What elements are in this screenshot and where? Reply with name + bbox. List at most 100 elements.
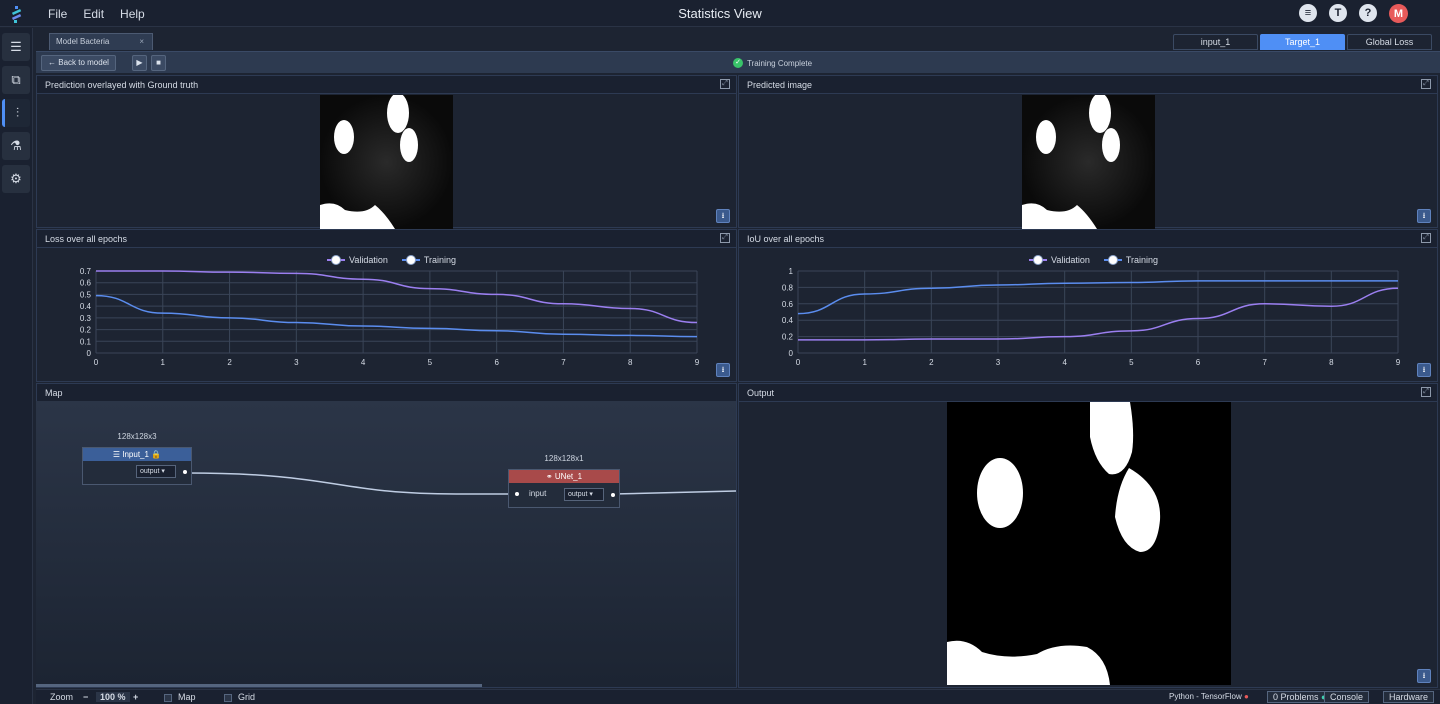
input-node-shape: 128x128x3 [117,432,157,441]
expand-icon[interactable]: ⤢ [1421,233,1431,243]
zoom-in-button[interactable]: + [133,692,138,702]
zoom-value[interactable]: 100 % [96,692,130,702]
panel-title: IoU over all epochs [747,234,825,244]
settings-icon[interactable]: ⚙ [2,165,30,193]
connection-unet-output [612,490,736,495]
map-toggle[interactable]: Map [164,692,196,702]
back-to-model-button[interactable]: ← Back to model [41,55,116,71]
expand-icon[interactable]: ⤢ [720,233,730,243]
x-tick-label: 7 [1262,358,1267,367]
loss-chart: 0.7 0.6 0.5 0.4 0.3 0.2 0.1 00 1 2 3 4 5 6 7 8 9 [80,267,700,367]
console-button[interactable]: Console [1324,691,1370,703]
output-port[interactable] [183,470,187,474]
y-tick-label: 0.1 [80,337,92,346]
zoom-label: Zoom [50,692,74,702]
y-tick-label: 0.4 [80,302,92,311]
model-icon[interactable]: ⧉ [2,66,30,94]
download-button[interactable]: ⭳ [1417,209,1431,223]
y-tick-label: 0.6 [80,279,92,288]
horizontal-scrollbar[interactable] [36,684,482,687]
output-image [947,402,1231,685]
tab-model-bacteria[interactable]: Model Bacteria × [49,33,153,50]
engine-status: Python - TensorFlow ● [1169,692,1249,701]
problems-button[interactable]: 0 Problems ● [1267,691,1333,703]
title-bar: File Edit Help Statistics View ≡ T ? M [0,0,1440,27]
download-button[interactable]: ⭳ [1417,363,1431,377]
checkbox[interactable] [164,693,172,702]
workflow-icon[interactable]: ☰ [2,33,30,61]
expand-icon[interactable]: ⤢ [1421,79,1431,89]
play-button[interactable]: ▶ [132,55,147,71]
predicted-image [1022,95,1155,229]
panel-loss: Loss over all epochs ⤢ Validation Trainin… [36,229,737,382]
y-tick-label: 0.8 [782,283,794,292]
map-canvas[interactable]: 128x128x3 ☰ Input_1 🔒 output ▾ 128x128x1… [36,401,736,687]
panel-title: Output [747,388,775,398]
grid-toggle-label: Grid [238,692,256,702]
zoom-out-button[interactable]: − [83,692,88,702]
avatar[interactable]: M [1389,4,1408,23]
menu-file[interactable]: File [48,7,67,21]
database-icon: ☰ [112,450,121,459]
hardware-button[interactable]: Hardware [1383,691,1435,703]
y-tick-label: 0 [789,349,794,358]
test-icon[interactable]: ⚗ [2,132,30,160]
input-output-select[interactable]: output ▾ [136,465,176,478]
x-tick-label: 0 [94,358,99,367]
x-tick-label: 3 [996,358,1001,367]
y-tick-label: 0 [87,349,92,358]
series-line-training [95,294,698,338]
output-port[interactable] [611,493,615,497]
download-button[interactable]: ⭳ [1417,669,1431,683]
download-button[interactable]: ⭳ [716,209,730,223]
x-tick-label: 7 [561,358,566,367]
chat-icon[interactable]: ≡ [1299,4,1317,22]
x-tick-label: 2 [227,358,232,367]
status-bar: Zoom − 100 % + Map Grid Python - TensorF… [36,689,1440,704]
statistics-icon[interactable]: ⫶ [2,99,30,127]
tab-input-1[interactable]: input_1 [1173,34,1258,50]
stop-button[interactable]: ■ [151,55,166,71]
map-toggle-label: Map [178,692,196,702]
y-tick-label: 0.2 [782,333,794,342]
window-title: Statistics View [678,6,762,21]
menu-help[interactable]: Help [120,7,145,21]
view-tabs: input_1 Target_1 Global Loss [1173,34,1432,50]
input-port[interactable] [515,492,519,496]
checkbox[interactable] [224,693,232,702]
training-status: ✓ Training Complete [733,58,812,68]
expand-icon[interactable]: ⤢ [1421,387,1431,397]
panel-output: Output ⤢ ⭳ [738,383,1438,688]
output-label: output [568,491,588,498]
x-tick-label: 8 [628,358,633,367]
chevron-down-icon: ▾ [161,468,165,475]
x-tick-label: 6 [494,358,499,367]
x-tick-label: 4 [361,358,366,367]
y-tick-label: 0.6 [782,300,794,309]
tab-global-loss[interactable]: Global Loss [1347,34,1432,50]
panel-title: Map [45,388,63,398]
close-icon[interactable]: × [139,37,144,46]
input-node[interactable]: ☰ Input_1 🔒 output ▾ [82,447,192,485]
menu-edit[interactable]: Edit [83,7,104,21]
connection-lines [185,472,736,495]
input-node-header: ☰ Input_1 🔒 [83,448,191,461]
x-tick-label: 9 [695,358,700,367]
chevron-down-icon: ▾ [589,491,593,498]
unet-output-select[interactable]: output ▾ [564,488,604,501]
y-tick-label: 0.7 [80,267,92,276]
connection-input-unet [185,472,518,495]
x-tick-label: 5 [1129,358,1134,367]
download-button[interactable]: ⭳ [716,363,730,377]
toolbar: ← Back to model ▶ ■ ✓ Training Complete [36,51,1440,73]
problems-label: 0 Problems [1273,692,1319,702]
help-icon[interactable]: ? [1359,4,1377,22]
output-label: output [140,468,160,475]
grid-toggle[interactable]: Grid [224,692,255,702]
panel-title: Predicted image [747,80,813,90]
tensorflow-icon[interactable]: T [1329,4,1347,22]
tab-target-1[interactable]: Target_1 [1260,34,1345,50]
unet-node[interactable]: ⚭ UNet_1 input output ▾ [508,469,620,508]
lock-icon: 🔒 [151,450,162,459]
expand-icon[interactable]: ⤢ [720,79,730,89]
